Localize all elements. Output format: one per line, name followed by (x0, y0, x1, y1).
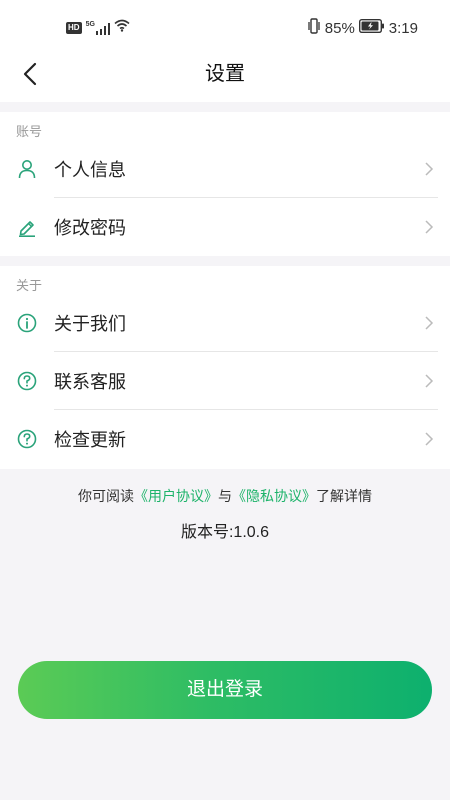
menu-item-label: 关于我们 (54, 314, 126, 334)
chevron-right-icon (425, 432, 434, 446)
header: 设置 (0, 58, 450, 102)
menu-item-label: 个人信息 (54, 160, 126, 180)
signal-icon: 5G (86, 21, 110, 35)
network-type-label: 5G (85, 21, 95, 28)
menu-item-check-update[interactable]: 检查更新 (0, 410, 450, 468)
agreement-connector: 与 (218, 488, 232, 504)
privacy-agreement-link[interactable]: 《隐私协议》 (232, 488, 316, 504)
menu-item-change-password[interactable]: 修改密码 (0, 198, 450, 256)
user-agreement-link[interactable]: 《用户协议》 (134, 488, 218, 504)
menu-item-label: 检查更新 (54, 430, 126, 450)
back-button[interactable] (12, 56, 48, 92)
menu-item-contact-support[interactable]: 联系客服 (0, 352, 450, 410)
wifi-icon (114, 19, 130, 37)
battery-percent: 85% (324, 19, 355, 37)
agreement-prefix: 你可阅读 (78, 488, 134, 504)
hd-badge: HD (66, 22, 82, 34)
status-bar-left: HD 5G (66, 19, 130, 37)
question-icon (16, 370, 38, 392)
menu-item-about-us[interactable]: 关于我们 (0, 294, 450, 352)
account-section: 账号 个人信息 修改密码 (0, 112, 450, 256)
info-icon (16, 312, 38, 334)
chevron-right-icon (425, 374, 434, 388)
edit-pencil-icon (16, 216, 38, 238)
page-title: 设置 (205, 63, 245, 85)
agreement-text: 你可阅读《用户协议》与《隐私协议》了解详情 (0, 486, 450, 506)
chevron-left-icon (23, 62, 37, 86)
chevron-right-icon (425, 316, 434, 330)
clock-time: 3:19 (388, 19, 418, 37)
menu-item-personal-info[interactable]: 个人信息 (0, 140, 450, 198)
status-bar: HD 5G 85% 3:19 (0, 0, 450, 58)
about-section: 关于 关于我们 联系客服 检查更新 (0, 266, 450, 469)
section-title-account: 账号 (16, 124, 43, 139)
question-icon (16, 428, 38, 450)
chevron-right-icon (425, 162, 434, 176)
logout-button[interactable]: 退出登录 (18, 661, 432, 719)
menu-item-label: 联系客服 (54, 372, 126, 392)
agreement-suffix: 了解详情 (316, 488, 372, 504)
chevron-right-icon (425, 220, 434, 234)
battery-icon (358, 18, 385, 37)
person-icon (16, 158, 38, 180)
vibrate-icon (307, 18, 321, 38)
version-label: 版本号:1.0.6 (180, 524, 270, 541)
menu-item-label: 修改密码 (54, 218, 126, 238)
section-title-about: 关于 (16, 278, 43, 293)
status-bar-right: 85% 3:19 (307, 18, 418, 38)
